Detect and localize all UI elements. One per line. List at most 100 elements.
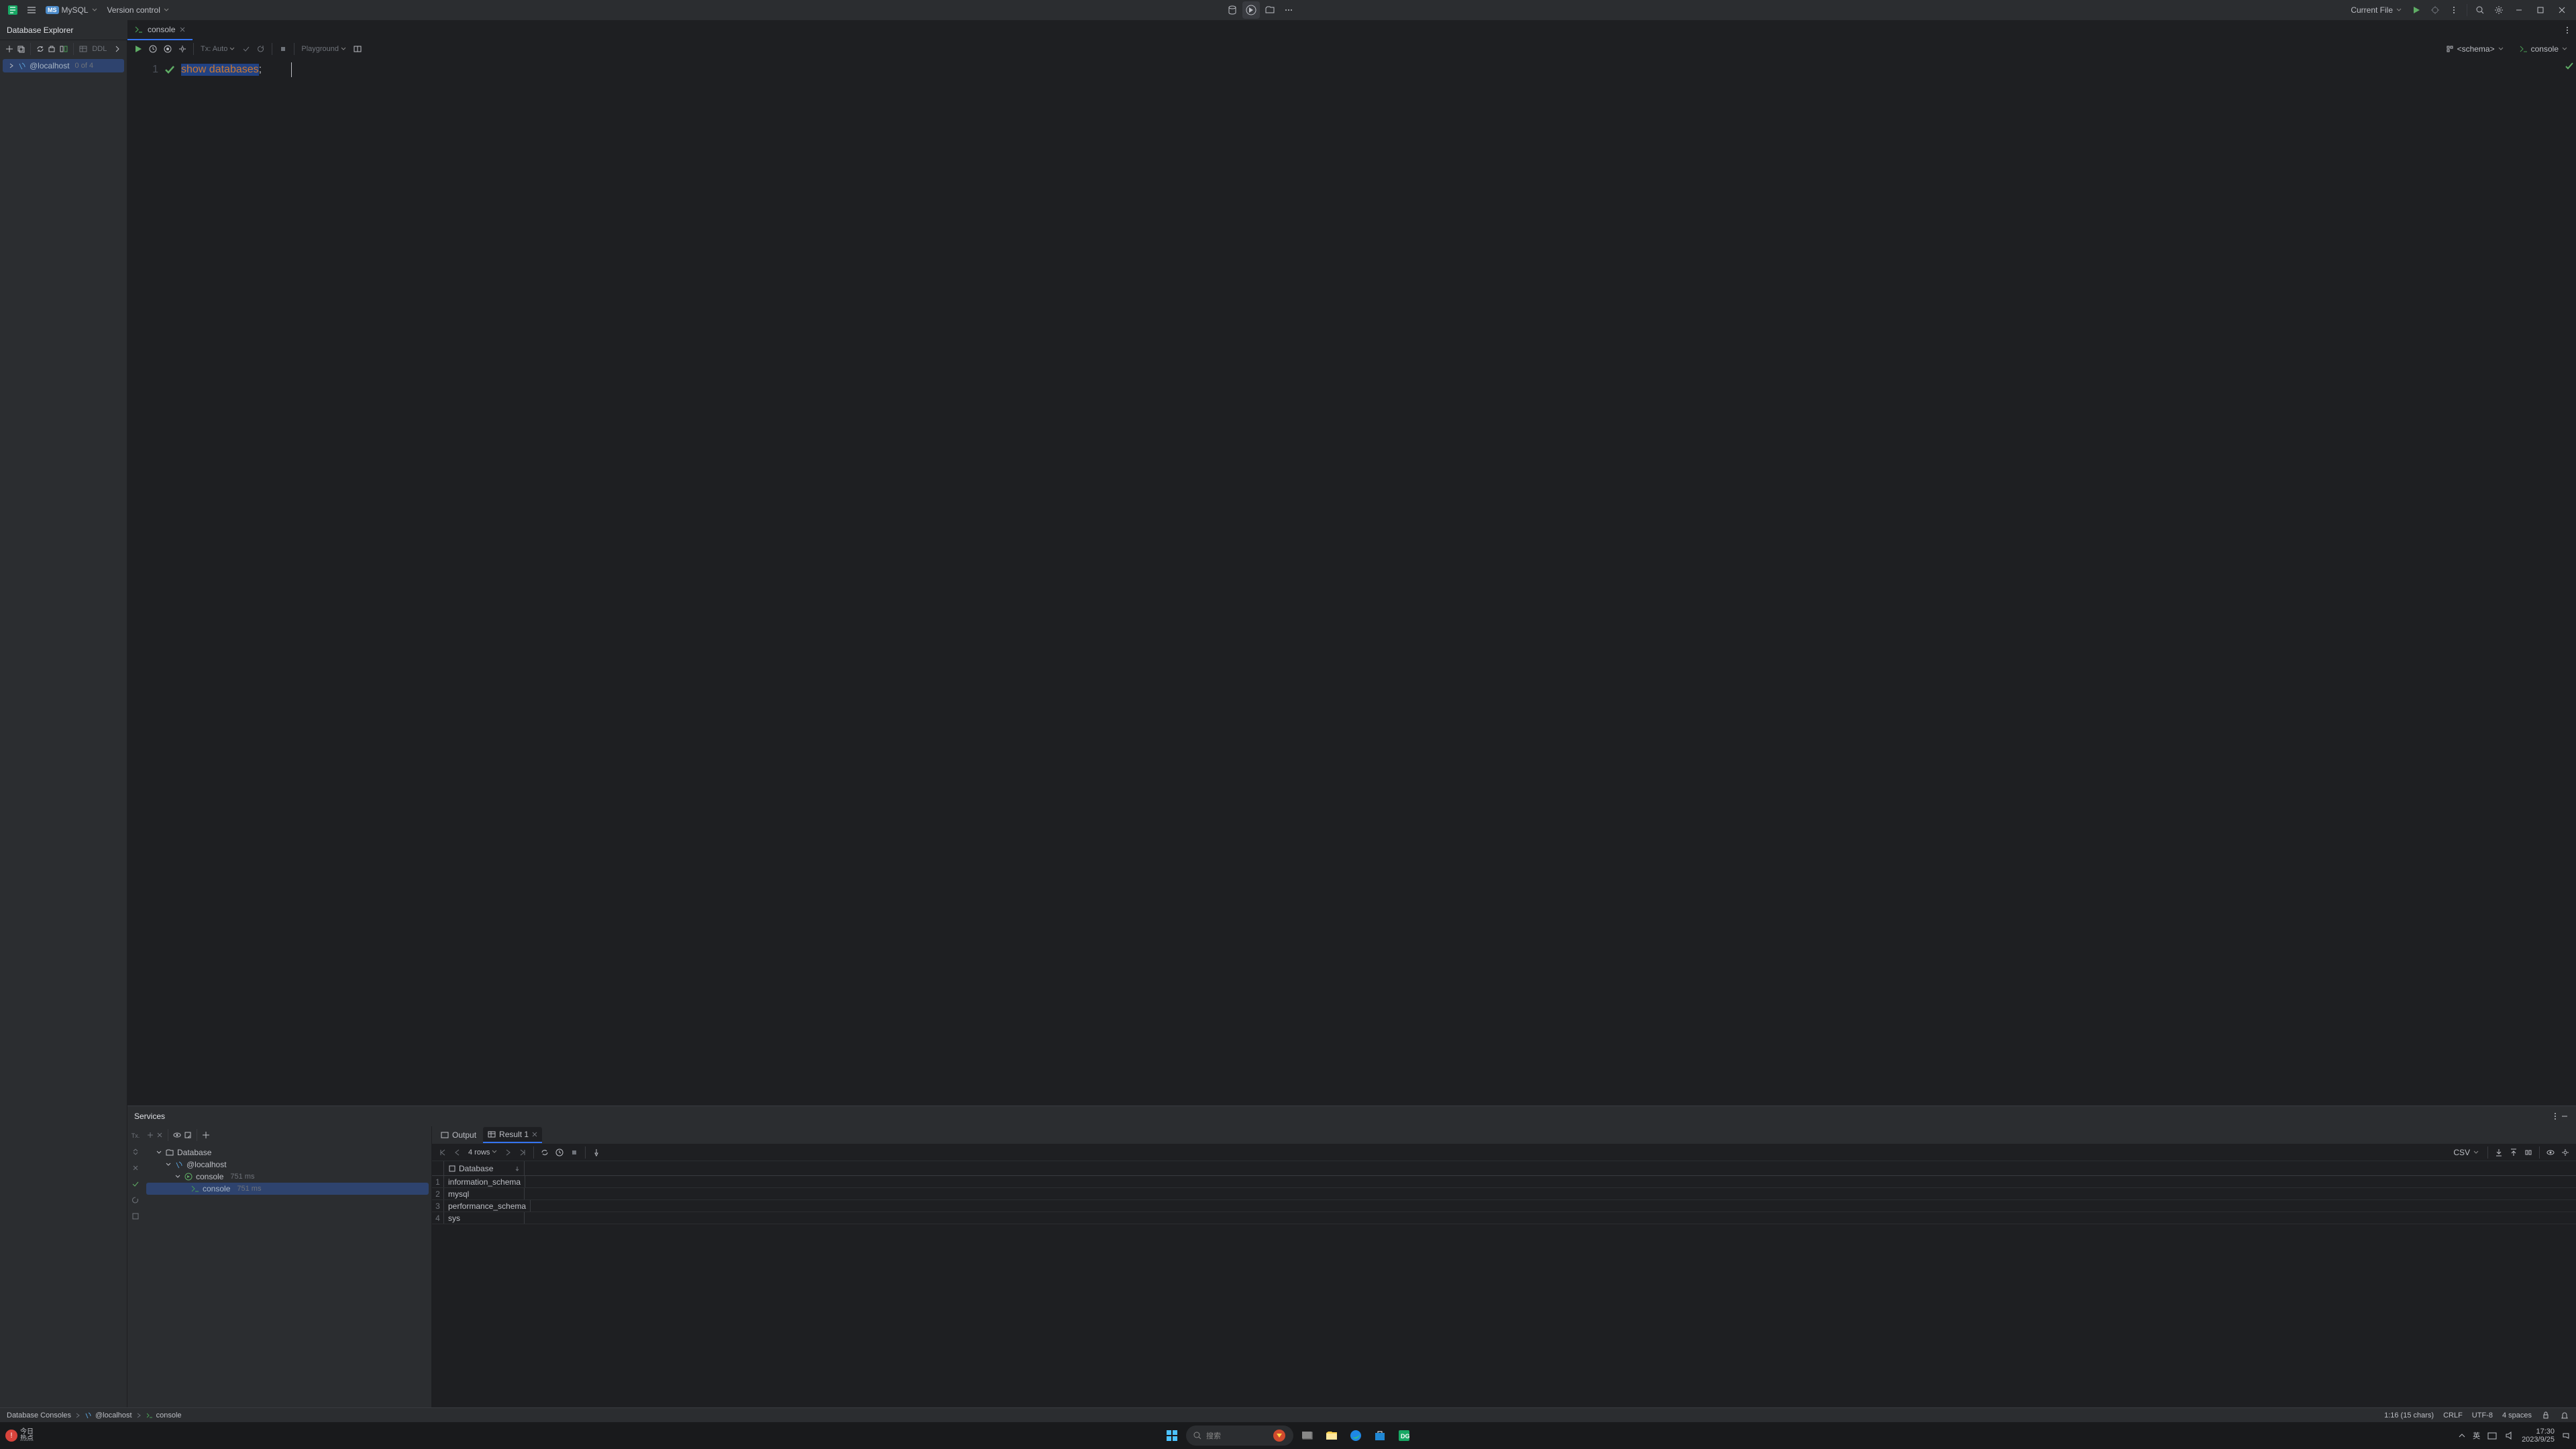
datasource-node[interactable]: @localhost 0 of 4 [3, 59, 124, 72]
code-editor[interactable]: 1 show databases; [127, 58, 2576, 1106]
export-icon[interactable] [183, 1130, 193, 1140]
rows-count[interactable]: 4 rows [466, 1148, 500, 1157]
ime-indicator[interactable]: 英 [2473, 1430, 2480, 1441]
show-icon[interactable] [172, 1130, 182, 1140]
tx-rail-label[interactable]: Tx. [129, 1129, 142, 1142]
search-everywhere-icon[interactable] [2471, 1, 2489, 19]
app-logo[interactable] [4, 1, 21, 19]
services-root-node[interactable]: Database [146, 1146, 429, 1159]
table-row[interactable]: 1information_schema [432, 1176, 2576, 1188]
editor-tab-console[interactable]: console [127, 20, 193, 40]
debug-button[interactable] [2426, 1, 2444, 19]
check-rail-icon[interactable] [129, 1177, 142, 1191]
download-icon[interactable] [2492, 1146, 2506, 1159]
services-console-leaf[interactable]: console 751 ms [146, 1183, 429, 1195]
tx-mode[interactable]: Tx: Auto [198, 45, 238, 53]
more-actions-icon[interactable] [2445, 1, 2463, 19]
open-icon[interactable] [1261, 1, 1279, 19]
code-area[interactable]: show databases; [181, 58, 2563, 1106]
eol-indicator[interactable]: CRLF [2443, 1411, 2463, 1419]
clock[interactable]: 17:30 2023/9/25 [2522, 1428, 2555, 1444]
cursor-position[interactable]: 1:16 (15 chars) [2384, 1411, 2434, 1419]
table-view-icon[interactable] [78, 42, 89, 56]
output-tab[interactable]: Output [436, 1127, 480, 1143]
services-console-node[interactable]: console 751 ms [146, 1171, 429, 1183]
stop-query-icon[interactable] [568, 1146, 581, 1159]
diff-icon[interactable] [58, 42, 69, 56]
console-selector[interactable]: console [2515, 42, 2572, 56]
next-page-icon[interactable] [501, 1146, 515, 1159]
run-anything-icon[interactable] [1242, 1, 1260, 19]
playground-mode[interactable]: Playground [299, 45, 350, 53]
vcs-widget[interactable]: Version control [103, 1, 174, 19]
encoding-indicator[interactable]: UTF-8 [2472, 1411, 2493, 1419]
history-icon[interactable] [146, 42, 160, 56]
prev-page-icon[interactable] [451, 1146, 464, 1159]
store-icon[interactable] [1370, 1426, 1390, 1446]
taskview-icon[interactable] [1297, 1426, 1318, 1446]
panel-options-icon[interactable] [2551, 1112, 2560, 1121]
view-icon[interactable] [2544, 1146, 2557, 1159]
last-page-icon[interactable] [516, 1146, 529, 1159]
cancel-icon[interactable] [276, 42, 290, 56]
run-configuration[interactable]: Current File [2347, 1, 2406, 19]
notifications-icon[interactable] [2560, 1411, 2569, 1420]
commit-icon[interactable] [239, 42, 253, 56]
crumb-consoles[interactable]: Database Consoles [7, 1411, 71, 1419]
tray-expand-icon[interactable] [2458, 1432, 2466, 1440]
stop-icon[interactable] [47, 42, 58, 56]
table-row[interactable]: 2mysql [432, 1188, 2576, 1200]
close-tab-icon[interactable] [531, 1131, 538, 1138]
layout-icon[interactable] [351, 42, 364, 56]
cell-value[interactable]: information_schema [444, 1176, 525, 1187]
grid-settings-icon[interactable] [2559, 1146, 2572, 1159]
close-tab-icon[interactable] [179, 26, 186, 33]
rollback-rail-icon[interactable] [129, 1193, 142, 1207]
execute-button[interactable] [131, 42, 145, 56]
cell-value[interactable]: sys [444, 1212, 525, 1224]
tab-options-icon[interactable] [2563, 25, 2572, 35]
export-format[interactable]: CSV [2449, 1145, 2483, 1160]
schema-selector[interactable]: <schema> [2441, 42, 2508, 56]
database-icon[interactable] [1224, 1, 1241, 19]
expand-tree-icon[interactable] [146, 1131, 154, 1139]
maximize-button[interactable] [2530, 0, 2551, 20]
services-host-node[interactable]: @localhost [146, 1159, 429, 1171]
close-button[interactable] [2552, 0, 2572, 20]
pending-icon[interactable] [553, 1146, 566, 1159]
expand-all-icon[interactable] [129, 1145, 142, 1159]
add-datasource-button[interactable] [4, 42, 15, 56]
cell-value[interactable]: performance_schema [444, 1200, 531, 1212]
edge-icon[interactable] [1346, 1426, 1366, 1446]
expand-icon[interactable] [112, 42, 123, 56]
pin-icon[interactable] [590, 1146, 603, 1159]
table-row[interactable]: 4sys [432, 1212, 2576, 1224]
readonly-icon[interactable] [2541, 1411, 2551, 1420]
taskbar-search[interactable]: 搜索 [1186, 1426, 1293, 1446]
compare-icon[interactable] [2522, 1146, 2535, 1159]
more-icon[interactable] [1280, 1, 1297, 19]
table-row[interactable]: 3performance_schema [432, 1200, 2576, 1212]
cell-value[interactable]: mysql [444, 1188, 525, 1199]
explain-plan-icon[interactable] [161, 42, 174, 56]
wifi-icon[interactable] [2487, 1430, 2498, 1441]
notification-center-icon[interactable] [2561, 1431, 2571, 1440]
crumb-console[interactable]: console [146, 1411, 182, 1419]
first-page-icon[interactable] [436, 1146, 449, 1159]
column-header[interactable]: Database [444, 1161, 525, 1175]
refresh-icon[interactable] [35, 42, 46, 56]
datasource-selector[interactable]: MS MySQL [42, 1, 102, 19]
duplicate-icon[interactable] [16, 42, 27, 56]
hide-panel-icon[interactable] [2560, 1112, 2569, 1121]
volume-icon[interactable] [2504, 1430, 2515, 1441]
start-button[interactable] [1162, 1426, 1182, 1446]
run-button[interactable] [2408, 1, 2425, 19]
crumb-host[interactable]: @localhost [85, 1411, 132, 1419]
news-widget[interactable]: ! 今日热点 [5, 1429, 34, 1442]
minimize-button[interactable] [2509, 0, 2529, 20]
settings-small-icon[interactable] [176, 42, 189, 56]
layout-rail-icon[interactable] [129, 1210, 142, 1223]
reload-icon[interactable] [538, 1146, 551, 1159]
upload-icon[interactable] [2507, 1146, 2520, 1159]
result-tab[interactable]: Result 1 [483, 1127, 542, 1143]
